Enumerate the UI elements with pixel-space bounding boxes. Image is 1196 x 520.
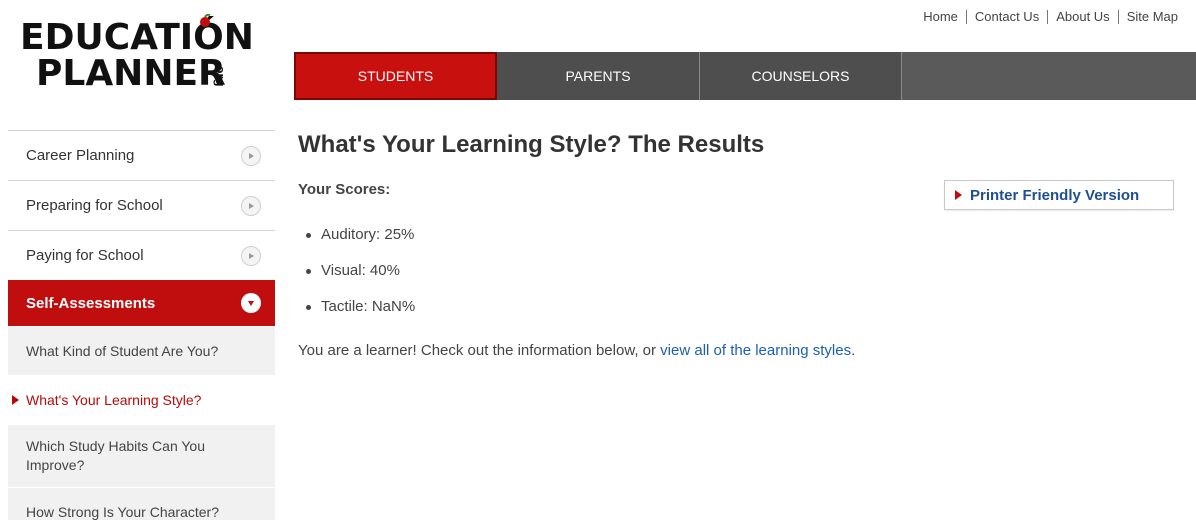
printer-friendly-label: Printer Friendly Version	[970, 186, 1140, 204]
play-circle-icon	[241, 145, 261, 166]
contact-us-link[interactable]: Contact Us	[967, 10, 1049, 24]
view-all-learning-styles-link[interactable]: view all of the learning styles	[660, 342, 851, 359]
page-title: What's Your Learning Style? The Results	[298, 131, 765, 158]
play-circle-icon	[241, 245, 261, 266]
bullet-icon	[306, 305, 311, 310]
logo-text-line1: EDUCATIÓN	[20, 17, 254, 58]
sidebar-subitem-learning-style[interactable]: What's Your Learning Style?	[8, 376, 275, 424]
sidebar-subitem-study-habits[interactable]: Which Study Habits Can You Improve?	[8, 425, 275, 487]
sidebar-subitem-character[interactable]: How Strong Is Your Character?	[8, 488, 275, 520]
score-auditory: Auditory: 25%	[321, 226, 415, 243]
sidebar-item-label: Paying for School	[26, 247, 144, 264]
chevron-down-circle-icon	[241, 293, 261, 313]
tab-parents[interactable]: PARENTS	[497, 52, 700, 100]
utility-nav: Home Contact Us About Us Site Map	[915, 10, 1178, 24]
sidebar-subitem-label: What's Your Learning Style?	[26, 392, 202, 408]
tab-counselors[interactable]: COUNSELORS	[700, 52, 902, 100]
sidebar-item-self-assessments[interactable]: Self-Assessments	[8, 280, 275, 326]
caret-right-icon	[955, 190, 962, 200]
sidebar-item-paying-for-school[interactable]: Paying for School	[8, 230, 275, 280]
result-prefix: You are a learner! Check out the informa…	[298, 342, 661, 359]
sidebar-item-career-planning[interactable]: Career Planning	[8, 130, 275, 180]
sidebar: Career Planning Preparing for School Pay…	[8, 130, 275, 520]
list-item: Tactile: NaN%	[306, 298, 415, 334]
score-visual: Visual: 40%	[321, 262, 400, 279]
scores-label: Your Scores:	[298, 181, 391, 198]
sidebar-subitem-student-type[interactable]: What Kind of Student Are You?	[8, 327, 275, 375]
about-us-link[interactable]: About Us	[1048, 10, 1119, 24]
score-tactile: Tactile: NaN%	[321, 298, 416, 315]
home-link[interactable]: Home	[915, 10, 967, 24]
site-map-link[interactable]: Site Map	[1119, 10, 1178, 24]
tab-students[interactable]: STUDENTS	[294, 52, 497, 100]
logo-suffix: .org	[213, 62, 228, 87]
site-logo[interactable]: EDUCATIÓN PLANNER .org	[20, 14, 260, 104]
caret-right-icon	[12, 395, 19, 405]
main-nav: STUDENTS PARENTS COUNSELORS	[294, 52, 1196, 100]
bullet-icon	[306, 233, 311, 238]
sidebar-item-preparing-for-school[interactable]: Preparing for School	[8, 180, 275, 230]
sidebar-item-label: Career Planning	[26, 147, 135, 164]
bullet-icon	[306, 269, 311, 274]
score-list: Auditory: 25% Visual: 40% Tactile: NaN%	[306, 226, 415, 334]
printer-friendly-button[interactable]: Printer Friendly Version	[944, 180, 1174, 210]
list-item: Visual: 40%	[306, 262, 415, 298]
play-circle-icon	[241, 195, 261, 216]
result-suffix: .	[851, 342, 856, 359]
list-item: Auditory: 25%	[306, 226, 415, 262]
result-text: You are a learner! Check out the informa…	[298, 342, 855, 359]
sidebar-item-label: Self-Assessments	[26, 294, 156, 312]
apple-icon	[200, 14, 211, 27]
logo-text-line2: PLANNER	[36, 53, 226, 94]
sidebar-item-label: Preparing for School	[26, 197, 163, 214]
